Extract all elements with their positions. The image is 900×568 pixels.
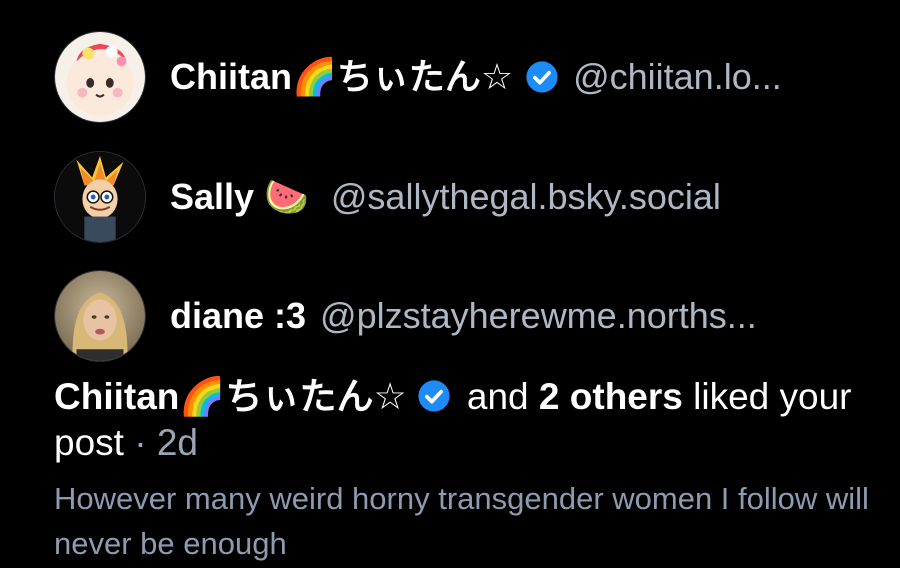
notification-summary: Chiitan🌈ちぃたん☆ and 2 others liked your po… — [54, 374, 854, 466]
handle[interactable]: @sallythegal.bsky.social — [331, 175, 721, 219]
verified-check-icon — [418, 380, 450, 412]
post-preview-text[interactable]: However many weird horny transgender wom… — [54, 476, 874, 566]
liker-row-text: Sally 🍉 @sallythegal.bsky.social — [170, 175, 860, 219]
and-text: and — [466, 376, 529, 417]
avatar-chiitan-image — [55, 32, 145, 122]
liker-row-text: diane :3 @plzstayherewme.norths... — [170, 294, 860, 338]
verified-check-icon — [526, 61, 558, 93]
display-name[interactable]: diane :3 — [170, 294, 306, 338]
avatar-chiitan[interactable] — [54, 31, 146, 123]
avatar-diane[interactable] — [54, 270, 146, 362]
liker-row-sally[interactable]: Sally 🍉 @sallythegal.bsky.social — [54, 151, 860, 243]
handle[interactable]: @plzstayherewme.norths... — [320, 294, 757, 338]
handle[interactable]: @chiitan.lo... — [573, 55, 782, 99]
display-name[interactable]: Sally 🍉 — [170, 175, 309, 219]
timestamp: 2d — [156, 422, 198, 463]
liker-row-diane[interactable]: diane :3 @plzstayherewme.norths... — [54, 270, 860, 362]
liker-row-chiitan[interactable]: Chiitan🌈ちぃたん☆ @chiitan.lo... — [54, 31, 860, 123]
avatar-sally[interactable] — [54, 151, 146, 243]
actor-name[interactable]: Chiitan🌈ちぃたん☆ — [54, 376, 407, 417]
others-count[interactable]: 2 others — [539, 376, 683, 417]
separator-dot: · — [134, 422, 147, 463]
display-name[interactable]: Chiitan🌈ちぃたん☆ — [170, 55, 513, 99]
avatar-diane-image — [55, 271, 145, 361]
liker-row-text: Chiitan🌈ちぃたん☆ @chiitan.lo... — [170, 55, 860, 99]
avatar-sally-image — [55, 152, 145, 242]
